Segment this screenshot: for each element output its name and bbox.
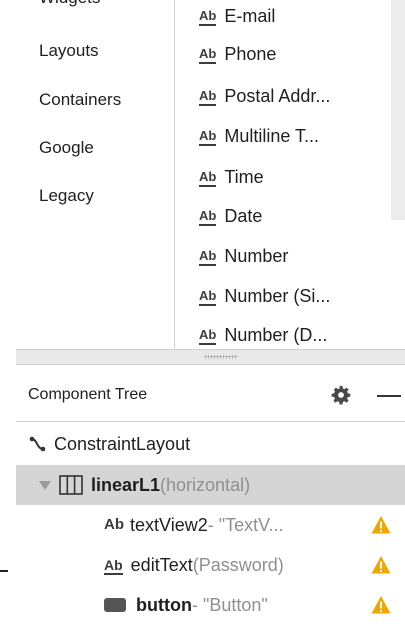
- palette-categories: Widgets Layouts Containers Google Legacy: [16, 0, 175, 349]
- linear-layout-icon: [59, 475, 83, 495]
- category-layouts[interactable]: Layouts: [39, 41, 99, 61]
- tree-row-constraintlayout[interactable]: ConstraintLayout: [16, 424, 405, 464]
- edge-divider: [0, 570, 8, 572]
- palette-item-email[interactable]: Ab E-mail: [199, 2, 275, 30]
- tree-node-name: linearL1: [91, 474, 161, 495]
- constraint-layout-icon: [29, 436, 46, 452]
- ab-underlined-icon: Ab: [104, 557, 123, 575]
- ab-underlined-icon: Ab: [199, 46, 217, 64]
- tree-node-detail: - "Button": [191, 594, 268, 615]
- tree-node-name: editText: [130, 554, 193, 575]
- palette-item-label: Date: [224, 205, 263, 226]
- ab-underlined-icon: Ab: [199, 8, 217, 26]
- ab-underlined-icon: Ab: [199, 288, 217, 306]
- palette-item-label: Number: [224, 245, 289, 266]
- warning-icon[interactable]: [371, 555, 391, 575]
- palette-item-time[interactable]: Ab Time: [199, 163, 264, 191]
- panel-splitter[interactable]: [16, 349, 405, 365]
- palette-item-number-decimal[interactable]: Ab Number (D...: [199, 321, 327, 349]
- ab-underlined-icon: Ab: [199, 128, 217, 146]
- tree-node-name: button: [136, 594, 192, 615]
- palette-item-label: Multiline T...: [224, 125, 320, 146]
- palette-item-label: Number (D...: [224, 324, 328, 345]
- ab-underlined-icon: Ab: [199, 208, 217, 226]
- palette-items-list: Ab E-mail Ab Phone Ab Postal Addr... Ab …: [175, 0, 405, 349]
- gear-icon[interactable]: [331, 385, 351, 405]
- warning-icon[interactable]: [371, 515, 391, 535]
- palette-panel: Widgets Layouts Containers Google Legacy…: [16, 0, 405, 349]
- palette-item-number-signed[interactable]: Ab Number (Si...: [199, 282, 330, 310]
- ab-text-icon: Ab: [104, 516, 124, 533]
- tree-node-detail: - "TextV...: [207, 514, 284, 535]
- palette-item-postal-address[interactable]: Ab Postal Addr...: [199, 82, 330, 110]
- tree-node-name: textView2: [130, 514, 208, 535]
- ab-underlined-icon: Ab: [199, 327, 217, 345]
- tree-row-linearl1[interactable]: linearL1 (horizontal): [16, 465, 405, 505]
- tree-node-detail: (Password): [192, 554, 284, 575]
- warning-icon[interactable]: [371, 595, 391, 615]
- palette-scrollbar[interactable]: [391, 0, 405, 220]
- category-containers[interactable]: Containers: [39, 90, 121, 110]
- ab-underlined-icon: Ab: [199, 169, 217, 187]
- component-tree-title: Component Tree: [28, 386, 148, 403]
- category-legacy[interactable]: Legacy: [39, 186, 94, 206]
- ab-underlined-icon: Ab: [199, 248, 217, 266]
- palette-item-number[interactable]: Ab Number: [199, 242, 288, 270]
- splitter-grip-icon: [204, 355, 238, 359]
- tree-node-name: ConstraintLayout: [54, 433, 191, 454]
- ab-underlined-icon: Ab: [199, 88, 217, 106]
- palette-item-label: Phone: [224, 43, 277, 64]
- palette-item-label: Number (Si...: [224, 285, 331, 306]
- palette-item-date[interactable]: Ab Date: [199, 202, 262, 230]
- tree-row-textview2[interactable]: Ab textView2 - "TextV...: [16, 505, 405, 545]
- palette-item-label: Time: [224, 166, 264, 187]
- minimize-icon[interactable]: [377, 395, 401, 397]
- tree-node-detail: (horizontal): [160, 474, 251, 495]
- palette-item-label: E-mail: [224, 5, 276, 26]
- category-google[interactable]: Google: [39, 138, 94, 158]
- tree-row-edittext[interactable]: Ab editText (Password): [16, 545, 405, 585]
- palette-item-label: Postal Addr...: [224, 85, 331, 106]
- palette-item-phone[interactable]: Ab Phone: [199, 40, 276, 68]
- expand-arrow-icon[interactable]: [39, 480, 51, 490]
- component-tree-header: Component Tree: [16, 365, 405, 422]
- button-icon: [104, 598, 126, 612]
- palette-item-multiline-text[interactable]: Ab Multiline T...: [199, 122, 319, 150]
- tree-row-button[interactable]: button - "Button": [16, 585, 405, 625]
- category-widgets[interactable]: Widgets: [39, 0, 100, 8]
